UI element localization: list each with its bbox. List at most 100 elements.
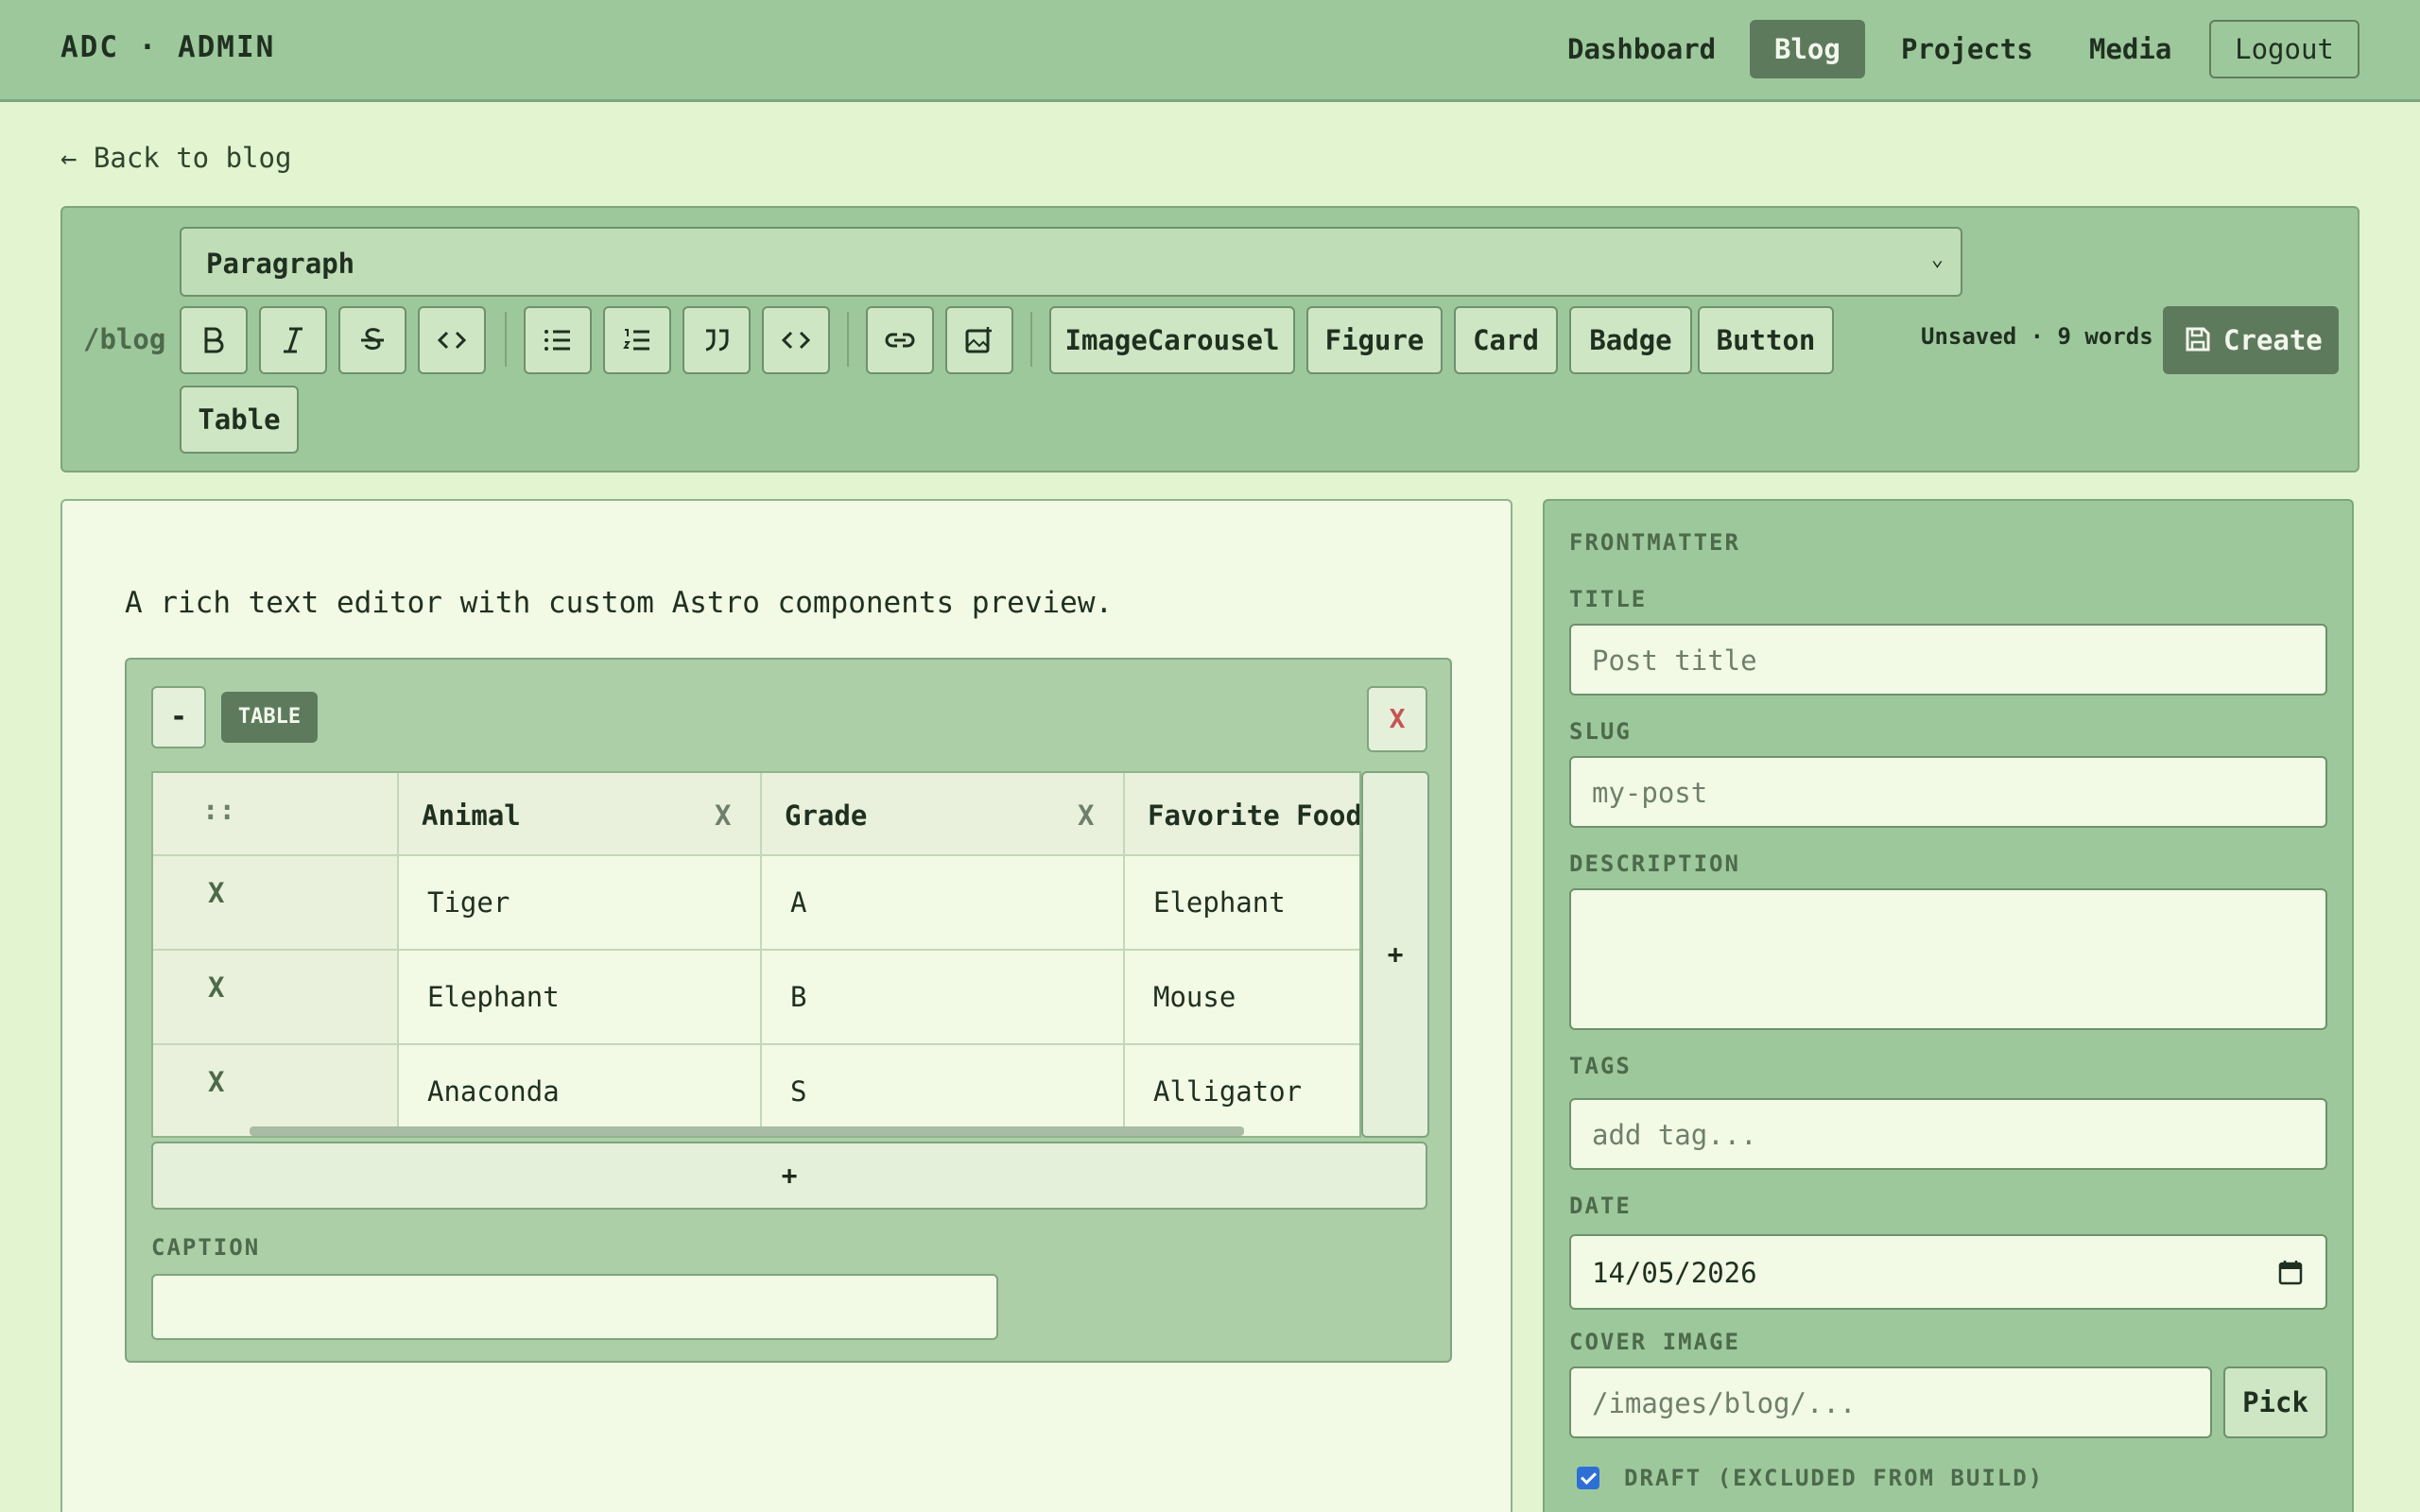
tags-placeholder: add tag... xyxy=(1592,1119,1757,1151)
image-icon xyxy=(965,327,992,353)
pick-image-button[interactable]: Pick xyxy=(2223,1366,2327,1438)
strikethrough-button[interactable] xyxy=(338,306,406,374)
table-cell[interactable]: Tiger xyxy=(399,856,762,951)
bold-button[interactable] xyxy=(180,306,248,374)
date-input[interactable]: 14/05/2026 xyxy=(1569,1234,2327,1310)
create-button[interactable]: Create xyxy=(2163,306,2339,374)
column-header-label[interactable]: Animal xyxy=(422,799,521,832)
column-header-label[interactable]: Favorite Food xyxy=(1148,799,1359,832)
component-button-button[interactable]: Button xyxy=(1698,306,1834,374)
tags-label: TAGS xyxy=(1569,1053,1632,1079)
link-button[interactable] xyxy=(866,306,934,374)
draft-checkbox[interactable] xyxy=(1577,1467,1599,1489)
add-row-button[interactable]: + xyxy=(151,1142,1427,1210)
create-button-label: Create xyxy=(2223,324,2323,356)
blockquote-button[interactable] xyxy=(683,306,751,374)
add-column-button[interactable]: + xyxy=(1361,771,1429,1138)
cover-image-input[interactable]: /images/blog/... xyxy=(1569,1366,2212,1438)
block-type-select[interactable]: Paragraph ⌄ xyxy=(180,227,1962,297)
description-textarea[interactable] xyxy=(1569,888,2327,1030)
column-header-label[interactable]: Grade xyxy=(785,799,867,832)
column-header[interactable]: Animal X xyxy=(399,773,762,856)
component-imagecarousel-button[interactable]: ImageCarousel xyxy=(1049,306,1295,374)
table-cell[interactable]: Elephant xyxy=(1125,856,1359,951)
table-cell[interactable]: S xyxy=(762,1045,1125,1136)
strikethrough-icon xyxy=(361,328,384,351)
editor-paragraph[interactable]: A rich text editor with custom Astro com… xyxy=(125,586,1113,620)
component-card-button[interactable]: Card xyxy=(1454,306,1558,374)
table-cell-text[interactable]: S xyxy=(790,1075,806,1108)
brand-logo: ADC · ADMIN xyxy=(60,30,276,64)
row-control: X xyxy=(153,951,399,1045)
remove-row-button[interactable]: X xyxy=(208,877,224,909)
title-input[interactable]: Post title xyxy=(1569,624,2327,696)
table-cell-text[interactable]: Anaconda xyxy=(427,1075,560,1108)
slug-placeholder: my-post xyxy=(1592,777,1708,809)
description-label: DESCRIPTION xyxy=(1569,850,1740,877)
ordered-list-button[interactable] xyxy=(603,306,671,374)
table-cell[interactable]: Anaconda xyxy=(399,1045,762,1136)
column-header[interactable]: Favorite Food xyxy=(1125,773,1359,856)
block-type-value: Paragraph xyxy=(206,248,355,280)
toolbar-divider xyxy=(1030,312,1032,367)
table-cell[interactable]: Mouse xyxy=(1125,951,1359,1045)
logout-button[interactable]: Logout xyxy=(2209,20,2360,78)
ordered-list-icon xyxy=(623,329,649,351)
table-cell[interactable]: B xyxy=(762,951,1125,1045)
table-cell-text[interactable]: Elephant xyxy=(1153,886,1286,919)
drag-handle-icon[interactable]: :: xyxy=(202,794,235,826)
remove-row-button[interactable]: X xyxy=(208,1066,224,1098)
collapse-table-button[interactable]: - xyxy=(151,686,206,748)
code-block-button[interactable] xyxy=(762,306,830,374)
table-cell[interactable]: Alligator xyxy=(1125,1045,1359,1136)
table-cell[interactable]: A xyxy=(762,856,1125,951)
drag-handle-cell[interactable]: :: xyxy=(153,773,399,856)
insert-image-button[interactable] xyxy=(945,306,1013,374)
caption-input[interactable] xyxy=(151,1274,998,1340)
frontmatter-panel: FRONTMATTER TITLE Post title SLUG my-pos… xyxy=(1543,499,2354,1512)
table-cell-text[interactable]: A xyxy=(790,886,806,919)
component-badge-button[interactable]: Badge xyxy=(1569,306,1692,374)
inline-code-button[interactable] xyxy=(418,306,486,374)
remove-column-button[interactable]: X xyxy=(1078,799,1094,832)
nav-blog[interactable]: Blog xyxy=(1750,20,1865,78)
table-grid: :: Animal X Grade X Favorite Food X Tige… xyxy=(151,771,1361,1138)
save-icon xyxy=(2186,327,2210,352)
nav-dashboard[interactable]: Dashboard xyxy=(1543,20,1740,78)
table-cell-text[interactable]: B xyxy=(790,981,806,1013)
tags-input[interactable]: add tag... xyxy=(1569,1098,2327,1170)
cover-image-label: COVER IMAGE xyxy=(1569,1329,1740,1355)
horizontal-scrollbar[interactable] xyxy=(250,1126,1244,1136)
remove-column-button[interactable]: X xyxy=(715,799,731,832)
table-cell-text[interactable]: Mouse xyxy=(1153,981,1236,1013)
row-control: X xyxy=(153,856,399,951)
remove-table-button[interactable]: X xyxy=(1367,686,1427,752)
cover-image-placeholder: /images/blog/... xyxy=(1592,1387,1857,1419)
table-cell-text[interactable]: Alligator xyxy=(1153,1075,1302,1108)
toolbar-divider xyxy=(847,312,849,367)
nav-projects[interactable]: Projects xyxy=(1876,20,2058,78)
draft-label[interactable]: DRAFT (EXCLUDED FROM BUILD) xyxy=(1624,1465,2044,1491)
table-cell-text[interactable]: Elephant xyxy=(427,981,560,1013)
editor-canvas[interactable]: A rich text editor with custom Astro com… xyxy=(60,499,1512,1512)
slug-input[interactable]: my-post xyxy=(1569,756,2327,828)
toolbar-divider xyxy=(505,312,507,367)
title-label: TITLE xyxy=(1569,586,1648,612)
back-to-blog-link[interactable]: ← Back to blog xyxy=(60,142,291,174)
slug-label: SLUG xyxy=(1569,718,1632,745)
remove-row-button[interactable]: X xyxy=(208,971,224,1004)
column-header[interactable]: Grade X xyxy=(762,773,1125,856)
italic-button[interactable] xyxy=(259,306,327,374)
table-cell-text[interactable]: Tiger xyxy=(427,886,510,919)
bold-icon xyxy=(204,327,224,353)
bullet-list-button[interactable] xyxy=(524,306,592,374)
date-label: DATE xyxy=(1569,1193,1632,1219)
nav-media[interactable]: Media xyxy=(2065,20,2196,78)
editor-toolbar: /blog Paragraph ⌄ ImageCarousel Figure C… xyxy=(60,206,2360,472)
inline-code-icon xyxy=(438,331,466,350)
link-icon xyxy=(885,333,915,348)
component-figure-button[interactable]: Figure xyxy=(1306,306,1443,374)
component-table-button[interactable]: Table xyxy=(180,386,299,454)
table-cell[interactable]: Elephant xyxy=(399,951,762,1045)
bullet-list-icon xyxy=(544,330,570,351)
